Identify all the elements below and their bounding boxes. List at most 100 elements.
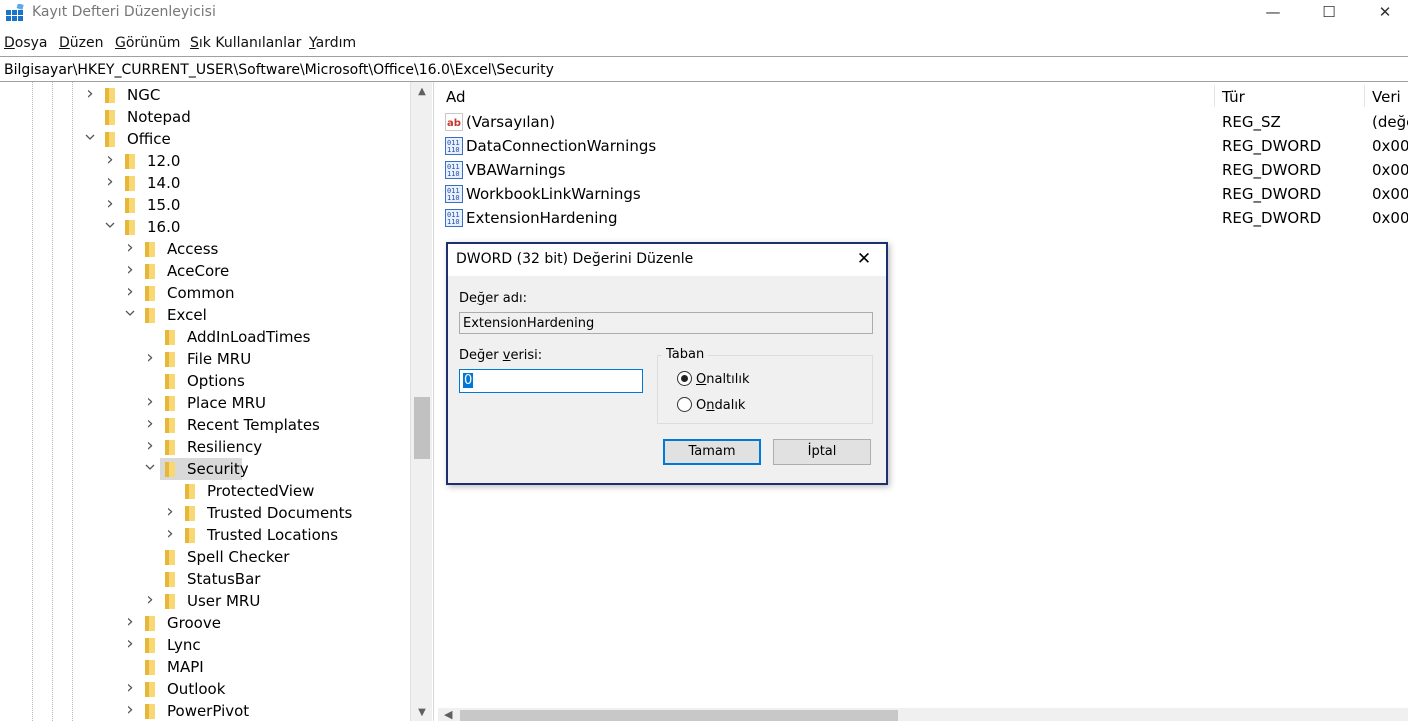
scroll-up-icon[interactable]: ▲ bbox=[415, 86, 429, 100]
hexadecimal-radio[interactable] bbox=[677, 371, 692, 386]
decimal-radio[interactable] bbox=[677, 397, 692, 412]
tree-item[interactable]: › Groove bbox=[0, 612, 410, 634]
cancel-button[interactable]: İptal bbox=[773, 439, 871, 465]
value-data-label: Değer verisi: bbox=[459, 348, 542, 363]
expand-chevron-icon[interactable]: › bbox=[123, 613, 137, 631]
address-bar[interactable]: Bilgisayar\HKEY_CURRENT_USER\Software\Mi… bbox=[0, 57, 1408, 82]
expand-chevron-icon[interactable]: › bbox=[143, 437, 157, 455]
expand-chevron-icon[interactable]: › bbox=[83, 85, 97, 103]
tree-item[interactable]: › Outlook bbox=[0, 678, 410, 700]
tree-item[interactable]: › 15.0 bbox=[0, 194, 410, 216]
maximize-button[interactable]: ☐ bbox=[1306, 0, 1352, 28]
tree-item[interactable]: Options bbox=[0, 370, 410, 392]
tree-item[interactable]: › Resiliency bbox=[0, 436, 410, 458]
table-row[interactable]: 011110VBAWarnings REG_DWORD 0x000 bbox=[438, 158, 1408, 182]
expand-chevron-icon[interactable]: › bbox=[163, 525, 177, 543]
expand-chevron-icon[interactable]: › bbox=[143, 393, 157, 411]
expand-chevron-icon[interactable]: › bbox=[123, 701, 137, 719]
tree-item[interactable]: › 14.0 bbox=[0, 172, 410, 194]
column-header-name[interactable]: Ad bbox=[446, 88, 466, 106]
table-row[interactable]: 011110WorkbookLinkWarnings REG_DWORD 0x000 bbox=[438, 182, 1408, 206]
collapse-chevron-icon[interactable] bbox=[103, 219, 117, 235]
tree-item[interactable]: › PowerPivot bbox=[0, 700, 410, 721]
tree-item[interactable]: AddInLoadTimes bbox=[0, 326, 410, 348]
menu-edit[interactable]: Düzen bbox=[59, 35, 104, 51]
folder-icon bbox=[124, 220, 136, 235]
tree-item[interactable]: › NGC bbox=[0, 84, 410, 106]
tree-item[interactable]: › Lync bbox=[0, 634, 410, 656]
expand-chevron-icon[interactable]: › bbox=[103, 151, 117, 169]
expand-chevron-icon[interactable]: › bbox=[163, 503, 177, 521]
collapse-chevron-icon[interactable] bbox=[123, 307, 137, 323]
tree-item-label: Excel bbox=[167, 306, 207, 324]
collapse-chevron-icon[interactable] bbox=[83, 131, 97, 147]
column-header-data[interactable]: Veri bbox=[1372, 88, 1401, 106]
key-tree[interactable]: › NGC Notepad Office › 12.0 › 14.0 › 15.0 16.0 › Acc… bbox=[0, 82, 432, 721]
scroll-thumb[interactable] bbox=[460, 710, 898, 721]
table-row[interactable]: 011110ExtensionHardening REG_DWORD 0x000 bbox=[438, 206, 1408, 230]
column-divider[interactable] bbox=[1214, 85, 1215, 107]
menu-help[interactable]: Yardım bbox=[309, 35, 356, 51]
value-name-field: ExtensionHardening bbox=[459, 312, 873, 334]
tree-item[interactable]: › Place MRU bbox=[0, 392, 410, 414]
expand-chevron-icon[interactable]: › bbox=[103, 195, 117, 213]
tree-item[interactable]: › Access bbox=[0, 238, 410, 260]
value-type-cell: REG_DWORD bbox=[1222, 161, 1322, 179]
close-button[interactable]: ✕ bbox=[1362, 0, 1408, 28]
column-header-type[interactable]: Tür bbox=[1222, 88, 1245, 106]
tree-item[interactable]: Office bbox=[0, 128, 410, 150]
expand-chevron-icon[interactable]: › bbox=[143, 591, 157, 609]
folder-icon bbox=[144, 264, 156, 279]
tree-item[interactable]: MAPI bbox=[0, 656, 410, 678]
expand-chevron-icon[interactable]: › bbox=[123, 261, 137, 279]
menu-bar: Dosya Düzen Görünüm Sık Kullanılanlar Ya… bbox=[0, 33, 1408, 55]
table-row[interactable]: ab (Varsayılan) REG_SZ (değe bbox=[438, 110, 1408, 134]
tree-item-label: File MRU bbox=[187, 350, 252, 368]
value-type-cell: REG_DWORD bbox=[1222, 185, 1322, 203]
expand-chevron-icon[interactable]: › bbox=[103, 173, 117, 191]
tree-item[interactable]: › AceCore bbox=[0, 260, 410, 282]
value-data-cell: 0x000 bbox=[1372, 185, 1408, 203]
tree-item[interactable]: Security bbox=[0, 458, 410, 480]
ok-button[interactable]: Tamam bbox=[663, 439, 761, 465]
menu-view[interactable]: Görünüm bbox=[115, 35, 180, 51]
dialog-close-icon[interactable]: ✕ bbox=[853, 248, 875, 270]
tree-item[interactable]: › 12.0 bbox=[0, 150, 410, 172]
collapse-chevron-icon[interactable] bbox=[143, 461, 157, 477]
horizontal-scrollbar[interactable]: ◀ bbox=[438, 708, 1408, 721]
column-divider[interactable] bbox=[1364, 85, 1365, 107]
tree-item[interactable]: › Trusted Documents bbox=[0, 502, 410, 524]
tree-item[interactable]: › Common bbox=[0, 282, 410, 304]
value-data-input[interactable]: 0 bbox=[459, 369, 643, 393]
tree-item[interactable]: › Trusted Locations bbox=[0, 524, 410, 546]
base-group-label: Taban bbox=[662, 347, 709, 362]
expand-chevron-icon[interactable]: › bbox=[143, 415, 157, 433]
expand-chevron-icon[interactable]: › bbox=[143, 349, 157, 367]
tree-item-label: Resiliency bbox=[187, 438, 263, 456]
expand-chevron-icon[interactable]: › bbox=[123, 635, 137, 653]
expand-chevron-icon[interactable]: › bbox=[123, 283, 137, 301]
tree-item[interactable]: ProtectedView bbox=[0, 480, 410, 502]
expand-chevron-icon[interactable]: › bbox=[123, 239, 137, 257]
tree-item[interactable]: Excel bbox=[0, 304, 410, 326]
hexadecimal-label[interactable]: Onaltılık bbox=[696, 372, 750, 387]
menu-favorites-accel: S bbox=[190, 35, 199, 51]
address-path[interactable]: Bilgisayar\HKEY_CURRENT_USER\Software\Mi… bbox=[4, 62, 554, 78]
scroll-thumb[interactable] bbox=[414, 397, 430, 459]
scroll-left-icon[interactable]: ◀ bbox=[444, 708, 452, 721]
decimal-label[interactable]: Ondalık bbox=[696, 398, 745, 413]
expand-chevron-icon[interactable]: › bbox=[123, 679, 137, 697]
minimize-button[interactable]: — bbox=[1250, 0, 1296, 28]
tree-item[interactable]: 16.0 bbox=[0, 216, 410, 238]
table-row[interactable]: 011 110 DataConnectionWarnings REG_DWORD 0x0… bbox=[438, 134, 1408, 158]
tree-item[interactable]: › Recent Templates bbox=[0, 414, 410, 436]
tree-item[interactable]: › File MRU bbox=[0, 348, 410, 370]
tree-scrollbar[interactable]: ▲ ▼ bbox=[410, 82, 432, 721]
scroll-down-icon[interactable]: ▼ bbox=[415, 707, 429, 721]
tree-item[interactable]: Notepad bbox=[0, 106, 410, 128]
tree-item[interactable]: Spell Checker bbox=[0, 546, 410, 568]
menu-file[interactable]: Dosya bbox=[4, 35, 48, 51]
menu-favorites[interactable]: Sık Kullanılanlar bbox=[190, 35, 301, 51]
tree-item[interactable]: StatusBar bbox=[0, 568, 410, 590]
tree-item[interactable]: › User MRU bbox=[0, 590, 410, 612]
